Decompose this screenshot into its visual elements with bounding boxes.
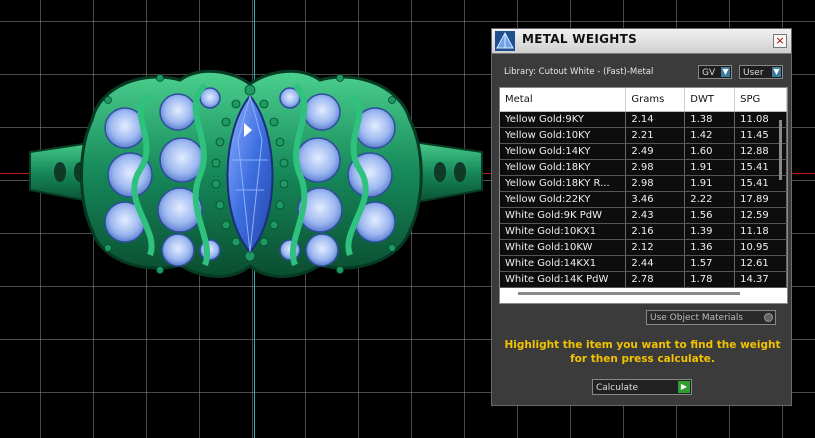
table-row[interactable]: Yellow Gold:10KY 2.21 1.42 11.45 (500, 127, 787, 144)
cell-dwt: 1.78 (684, 271, 736, 288)
table-row[interactable]: Yellow Gold:9KY 2.14 1.38 11.08 (500, 111, 787, 128)
table-row[interactable]: Yellow Gold:18KY R... 2.98 1.91 15.41 (500, 175, 787, 192)
cell-dwt: 1.91 (684, 159, 736, 176)
column-header-metal[interactable]: Metal (500, 88, 627, 112)
table-row[interactable]: Yellow Gold:14KY 2.49 1.60 12.88 (500, 143, 787, 160)
panel-title: METAL WEIGHTS (522, 32, 638, 46)
panel-titlebar[interactable]: METAL WEIGHTS × (492, 29, 791, 54)
cell-grams: 2.16 (625, 223, 686, 240)
cell-dwt: 2.22 (684, 191, 736, 208)
metal-table[interactable]: Metal Grams DWT SPG Yellow Gold:9KY 2.14 1… (499, 87, 788, 304)
dropdown-arrow-icon: ▼ (772, 67, 781, 77)
table-row[interactable]: White Gold:10KX1 2.16 1.39 11.18 (500, 223, 787, 240)
cell-metal: White Gold:10KW (500, 239, 627, 256)
cell-grams: 2.98 (625, 175, 686, 192)
use-object-materials-toggle[interactable]: Use Object Materials (646, 310, 776, 325)
table-header-row: Metal Grams DWT SPG (500, 88, 787, 112)
gv-select[interactable]: GV ▼ (698, 65, 732, 79)
cell-dwt: 1.57 (684, 255, 736, 272)
column-header-spg[interactable]: SPG (734, 88, 787, 112)
cell-metal: Yellow Gold:10KY (500, 127, 627, 144)
cell-dwt: 1.39 (684, 223, 736, 240)
table-row[interactable]: White Gold:14KX1 2.44 1.57 12.61 (500, 255, 787, 272)
cell-grams: 2.21 (625, 127, 686, 144)
cell-dwt: 1.60 (684, 143, 736, 160)
column-header-dwt[interactable]: DWT (684, 88, 736, 112)
cell-metal: White Gold:14K PdW (500, 271, 627, 288)
cell-grams: 2.43 (625, 207, 686, 224)
gv-select-label: GV (702, 68, 716, 78)
table-row[interactable]: White Gold:9K PdW 2.43 1.56 12.59 (500, 207, 787, 224)
instruction-text: Highlight the item you want to find the … (504, 339, 781, 365)
metal-weights-table: Metal Grams DWT SPG Yellow Gold:9KY 2.14 1… (500, 88, 787, 288)
dropdown-arrow-icon: ▼ (721, 67, 730, 77)
cell-metal: Yellow Gold:18KY (500, 159, 627, 176)
cell-grams: 3.46 (625, 191, 686, 208)
cell-metal: Yellow Gold:18KY R... (500, 175, 627, 192)
vertical-scrollbar[interactable] (778, 112, 784, 292)
cell-grams: 2.49 (625, 143, 686, 160)
cell-dwt: 1.42 (684, 127, 736, 144)
calculate-label: Calculate (596, 383, 639, 393)
table-row[interactable]: Yellow Gold:18KY 2.98 1.91 15.41 (500, 159, 787, 176)
cell-grams: 2.98 (625, 159, 686, 176)
table-row[interactable]: Yellow Gold:22KY 3.46 2.22 17.89 (500, 191, 787, 208)
user-select-label: User (743, 68, 764, 78)
table-row[interactable]: White Gold:10KW 2.12 1.36 10.95 (500, 239, 787, 256)
cell-metal: White Gold:14KX1 (500, 255, 627, 272)
cell-metal: White Gold:10KX1 (500, 223, 627, 240)
library-label: Library: Cutout White - (Fast)-Metal (504, 67, 654, 77)
cell-metal: Yellow Gold:14KY (500, 143, 627, 160)
cell-metal: Yellow Gold:9KY (500, 111, 627, 128)
cell-metal: Yellow Gold:22KY (500, 191, 627, 208)
cell-dwt: 1.38 (684, 111, 736, 128)
pyramid-logo-icon (495, 31, 515, 51)
go-arrow-icon: ▶ (678, 381, 690, 393)
cell-grams: 2.14 (625, 111, 686, 128)
user-select[interactable]: User ▼ (739, 65, 783, 79)
toggle-knob-icon (764, 313, 773, 322)
table-row[interactable]: White Gold:14K PdW 2.78 1.78 14.37 (500, 271, 787, 288)
calculate-button[interactable]: Calculate ▶ (592, 379, 692, 395)
cell-dwt: 1.36 (684, 239, 736, 256)
close-icon[interactable]: × (773, 34, 787, 48)
cell-grams: 2.12 (625, 239, 686, 256)
cell-grams: 2.44 (625, 255, 686, 272)
cell-grams: 2.78 (625, 271, 686, 288)
cell-metal: White Gold:9K PdW (500, 207, 627, 224)
vertical-scroll-thumb[interactable] (779, 120, 782, 180)
cell-dwt: 1.91 (684, 175, 736, 192)
metal-weights-panel: METAL WEIGHTS × Library: Cutout White - … (491, 28, 792, 406)
cell-dwt: 1.56 (684, 207, 736, 224)
horizontal-scrollbar[interactable] (518, 292, 740, 295)
column-header-grams[interactable]: Grams (625, 88, 686, 112)
use-object-materials-label: Use Object Materials (650, 313, 744, 323)
